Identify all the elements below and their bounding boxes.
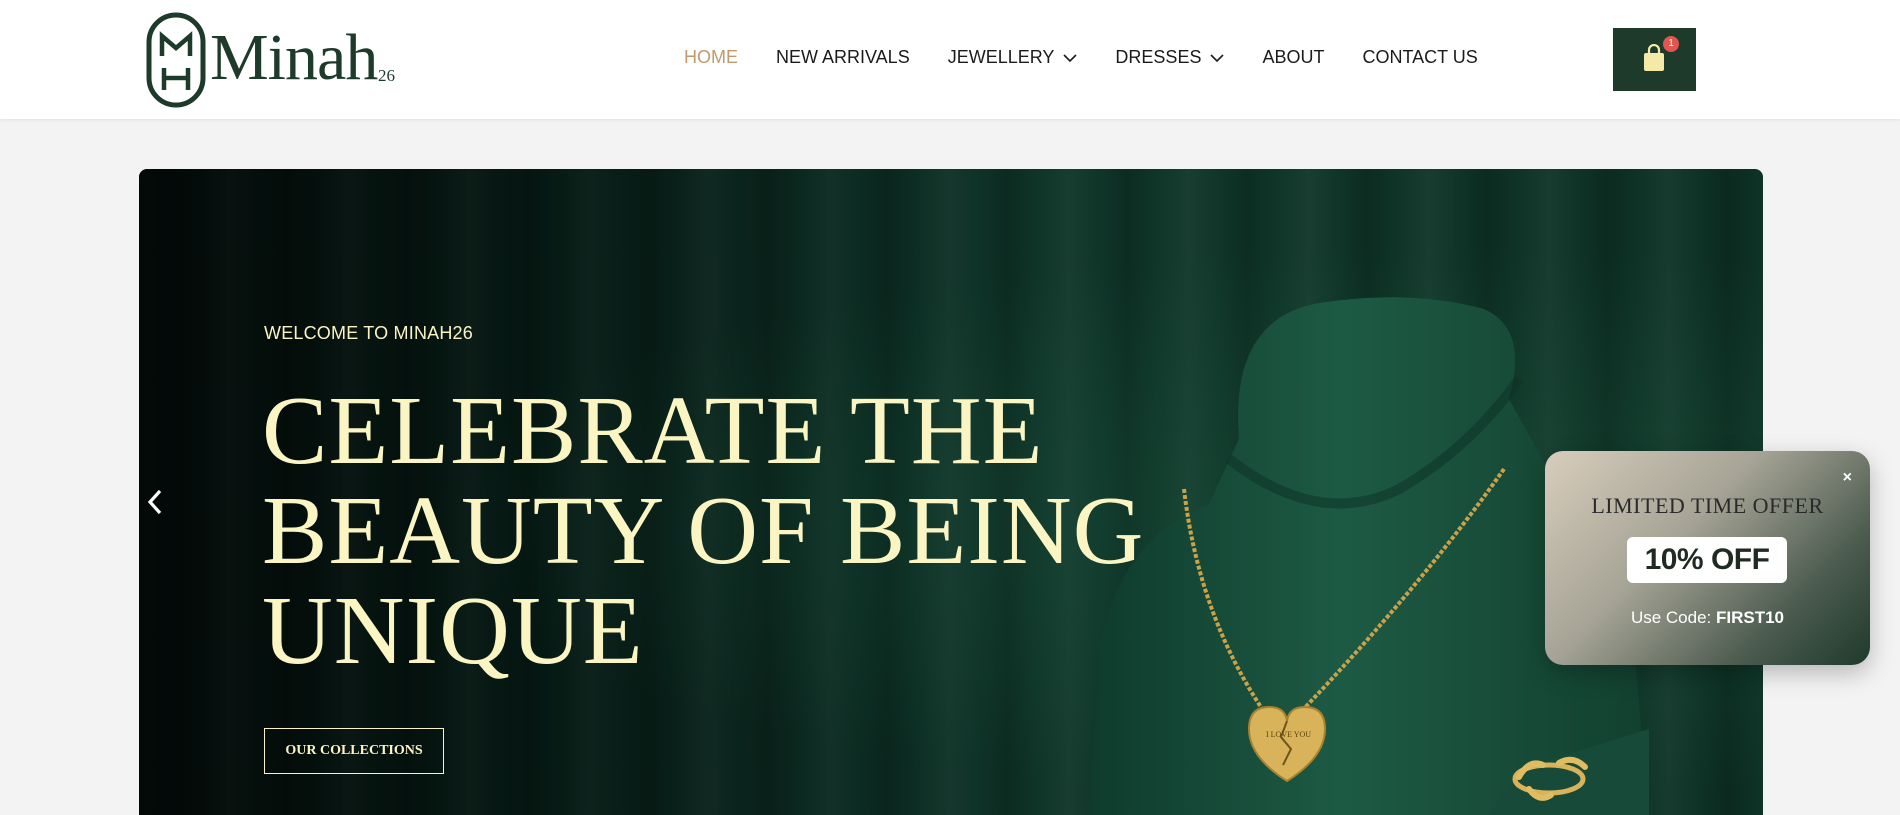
discount-badge: 10% OFF: [1627, 537, 1787, 583]
pendant-engraving: I LOVE YOU: [1266, 730, 1311, 739]
our-collections-button[interactable]: OUR COLLECTIONS: [264, 728, 444, 774]
nav-item-jewellery[interactable]: JEWELLERY: [948, 47, 1078, 68]
brand-logo[interactable]: Minah: [146, 10, 378, 110]
hero-headline-line: UNIQUE: [262, 577, 644, 685]
nav-item-home[interactable]: HOME: [684, 47, 738, 68]
chevron-left-icon[interactable]: [145, 487, 165, 517]
chevron-down-icon: [1063, 53, 1077, 62]
offer-title: LIMITED TIME OFFER: [1591, 493, 1824, 518]
shopping-bag-icon: [1644, 44, 1664, 71]
brand-name: Minah: [210, 21, 378, 94]
hero-banner: I LOVE YOU WELCOME TO MINAH26 CELEBRATE …: [139, 169, 1763, 815]
cart-button[interactable]: 1: [1613, 28, 1696, 91]
nav-item-label: JEWELLERY: [947, 47, 1055, 67]
promo-code-value: FIRST10: [1716, 608, 1785, 627]
hero-headline-line: BEAUTY OF BEING: [262, 477, 1145, 585]
nav-item-new-arrivals[interactable]: NEW ARRIVALS: [776, 47, 910, 68]
brand-suffix: 26: [378, 66, 395, 85]
promo-code-prefix: Use Code:: [1630, 608, 1716, 627]
cart-count-badge: 1: [1663, 36, 1679, 52]
nav-item-label: DRESSES: [1115, 47, 1202, 67]
offer-popup: × LIMITED TIME OFFER 10% OFF Use Code: F…: [1545, 451, 1870, 665]
hero-eyebrow: WELCOME TO MINAH26: [264, 323, 473, 343]
hero-headline-line: CELEBRATE THE: [262, 377, 1044, 485]
close-icon[interactable]: ×: [1843, 469, 1852, 487]
main-nav: HOME NEW ARRIVALS JEWELLERY DRESSES ABOU…: [684, 47, 1516, 68]
site-header: Minah 26 HOME NEW ARRIVALS JEWELLERY DRE…: [0, 0, 1900, 119]
hero-headline: CELEBRATE THE BEAUTY OF BEING UNIQUE: [262, 381, 1162, 681]
nav-item-contact-us[interactable]: CONTACT US: [1362, 47, 1477, 68]
nav-item-label: HOME: [684, 47, 738, 67]
nav-item-label: CONTACT US: [1362, 47, 1478, 67]
chevron-down-icon: [1210, 53, 1225, 62]
logo-monogram-icon: [146, 12, 206, 108]
nav-item-label: NEW ARRIVALS: [776, 47, 910, 67]
nav-item-about[interactable]: ABOUT: [1262, 47, 1324, 68]
promo-code-text: Use Code: FIRST10: [1545, 608, 1870, 628]
nav-item-dresses[interactable]: DRESSES: [1115, 47, 1225, 68]
nav-item-label: ABOUT: [1262, 47, 1325, 67]
